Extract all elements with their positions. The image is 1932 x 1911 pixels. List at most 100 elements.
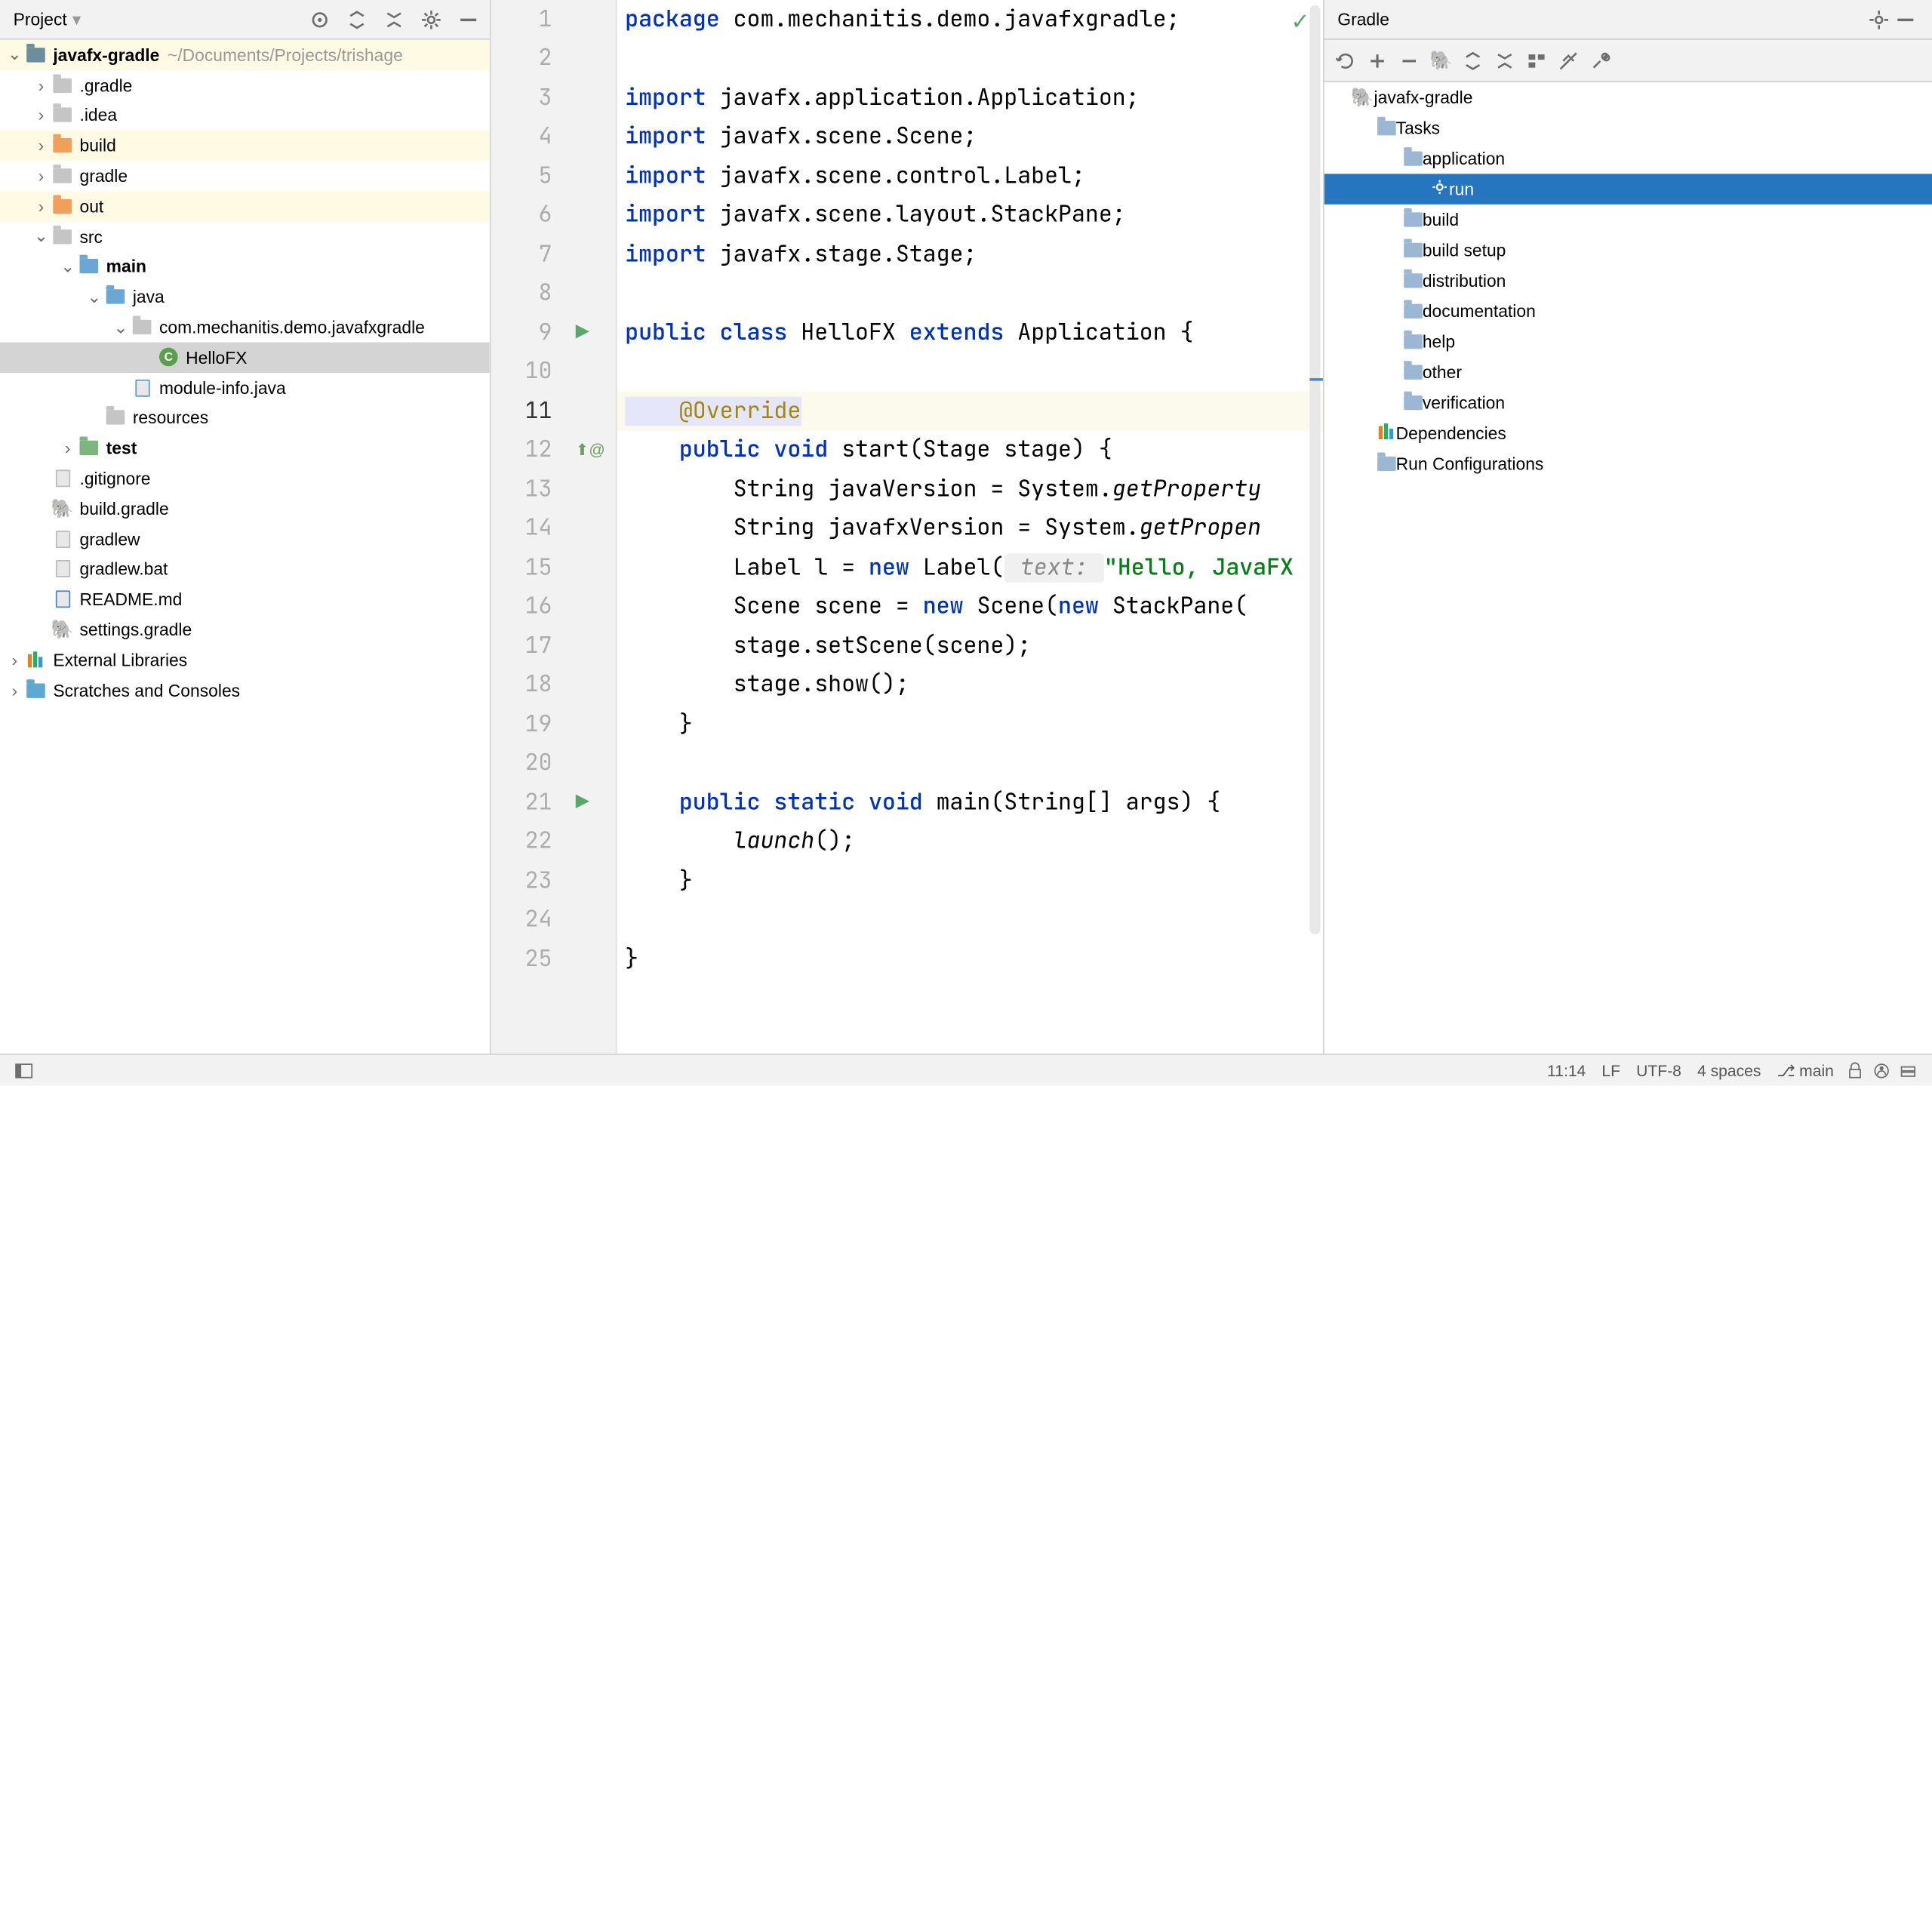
gutter-line[interactable]: 13 xyxy=(491,469,616,509)
gutter-line[interactable]: 23 xyxy=(491,861,616,900)
editor-scrollbar[interactable] xyxy=(1309,5,1320,934)
tree-item[interactable]: 🐘 build.gradle xyxy=(0,494,490,524)
tree-root[interactable]: ⌄ javafx-gradle ~/Documents/Projects/tri… xyxy=(0,40,490,70)
tree-item[interactable]: ⌄ main xyxy=(0,251,490,282)
gutter-line[interactable]: 20 xyxy=(491,743,616,783)
status-encoding[interactable]: UTF-8 xyxy=(1636,1061,1681,1080)
tree-item[interactable]: README.md xyxy=(0,584,490,614)
gutter-line[interactable]: 9▶ xyxy=(491,313,616,352)
tree-item[interactable]: › Scratches and Consoles xyxy=(0,675,490,705)
chevron-down-icon[interactable]: ⌄ xyxy=(85,286,104,307)
collapse-all-icon[interactable] xyxy=(381,6,408,32)
gutter-line[interactable]: 22 xyxy=(491,822,616,861)
chevron-right-icon[interactable]: › xyxy=(32,196,51,216)
gradle-task-group[interactable]: build setup xyxy=(1324,235,1932,265)
tree-item[interactable]: › External Libraries xyxy=(0,645,490,675)
gradle-task-group[interactable]: distribution xyxy=(1324,266,1932,296)
gutter-line[interactable]: 17 xyxy=(491,626,616,666)
chevron-right-icon[interactable]: › xyxy=(58,439,77,458)
gutter-line[interactable]: 21▶ xyxy=(491,783,616,822)
gradle-dependencies-node[interactable]: Dependencies xyxy=(1324,418,1932,448)
chevron-right-icon[interactable]: › xyxy=(5,680,24,700)
tool-windows-icon[interactable] xyxy=(11,1057,37,1083)
tree-item[interactable]: › test xyxy=(0,433,490,463)
gutter-line[interactable]: 14 xyxy=(491,509,616,548)
tree-item[interactable]: › out xyxy=(0,191,490,221)
gutter-line[interactable]: 7 xyxy=(491,235,616,274)
gradle-task-group[interactable]: verification xyxy=(1324,387,1932,417)
run-gutter-icon[interactable]: ▶ xyxy=(576,788,589,817)
tree-item[interactable]: › .idea xyxy=(0,100,490,131)
gradle-tasks-node[interactable]: Tasks xyxy=(1324,112,1932,143)
gradle-run-configs-node[interactable]: Run Configurations xyxy=(1324,448,1932,479)
chevron-down-icon[interactable]: ⌄ xyxy=(58,256,77,277)
gradle-task-run[interactable]: run xyxy=(1324,174,1932,204)
tree-item[interactable]: › build xyxy=(0,131,490,161)
tree-item[interactable]: resources xyxy=(0,403,490,433)
gradle-task-group[interactable]: documentation xyxy=(1324,296,1932,326)
gutter-line[interactable]: 16 xyxy=(491,587,616,626)
tree-item[interactable]: module-info.java xyxy=(0,373,490,403)
add-icon[interactable] xyxy=(1364,47,1390,73)
tree-item[interactable]: 🐘 settings.gradle xyxy=(0,614,490,645)
status-git-branch[interactable]: ⎇main xyxy=(1777,1061,1834,1080)
select-opened-file-icon[interactable] xyxy=(306,6,333,32)
toggle-tasks-icon[interactable] xyxy=(1523,47,1549,73)
status-position[interactable]: 11:14 xyxy=(1547,1061,1586,1080)
tree-item[interactable]: gradlew.bat xyxy=(0,554,490,584)
gutter-line[interactable]: 1 xyxy=(491,0,616,39)
gutter-line[interactable]: 11 xyxy=(491,392,616,431)
chevron-down-icon[interactable]: ⌄ xyxy=(32,226,51,247)
chevron-right-icon[interactable]: › xyxy=(32,166,51,186)
gutter-line[interactable]: 15 xyxy=(491,548,616,587)
memory-indicator-icon[interactable] xyxy=(1895,1057,1921,1083)
remove-icon[interactable] xyxy=(1396,47,1423,73)
gutter-line[interactable]: 3 xyxy=(491,78,616,118)
gutter-line[interactable]: 6 xyxy=(491,195,616,235)
gutter-line[interactable]: 25 xyxy=(491,940,616,979)
inspection-ok-icon[interactable]: ✓ xyxy=(1291,8,1309,38)
chevron-down-icon[interactable]: ⌄ xyxy=(112,316,131,337)
gradle-task-group[interactable]: help xyxy=(1324,327,1932,357)
expand-all-icon[interactable] xyxy=(1460,47,1486,73)
run-gutter-icon[interactable]: ▶ xyxy=(576,318,589,348)
build-tool-settings-icon[interactable] xyxy=(1587,47,1614,73)
gradle-task-group[interactable]: other xyxy=(1324,357,1932,387)
chevron-down-icon[interactable]: ⌄ xyxy=(5,45,24,66)
chevron-right-icon[interactable]: › xyxy=(32,106,51,125)
status-indent[interactable]: 4 spaces xyxy=(1697,1061,1761,1080)
override-gutter-icon[interactable]: ⬆@ xyxy=(576,441,605,460)
collapse-all-icon[interactable] xyxy=(1491,47,1518,73)
gradle-task-group[interactable]: application xyxy=(1324,143,1932,174)
status-line-separator[interactable]: LF xyxy=(1601,1061,1620,1080)
tree-item[interactable]: ⌄ com.mechanitis.demo.javafxgradle xyxy=(0,312,490,342)
code-editor[interactable]: ✓ package com.mechanitis.demo.javafxgrad… xyxy=(617,0,1323,1054)
gutter-line[interactable]: 10 xyxy=(491,352,616,392)
expand-all-icon[interactable] xyxy=(343,6,370,32)
gradle-tree[interactable]: 🐘 javafx-gradle Tasks application run xyxy=(1324,82,1932,1054)
hide-panel-icon[interactable] xyxy=(1892,6,1918,32)
gutter-line[interactable]: 19 xyxy=(491,705,616,744)
settings-icon[interactable] xyxy=(418,6,445,32)
editor-gutter[interactable]: 1 2 3 4 5 6 7 8 9▶ 10 11 12⬆@ 13 14 15 1… xyxy=(491,0,617,1054)
hide-panel-icon[interactable] xyxy=(455,6,481,32)
tree-item[interactable]: gradlew xyxy=(0,524,490,554)
tree-item[interactable]: › .gradle xyxy=(0,70,490,100)
gutter-line[interactable]: 12⬆@ xyxy=(491,431,616,470)
execute-task-icon[interactable]: 🐘 xyxy=(1428,47,1454,73)
offline-mode-icon[interactable] xyxy=(1555,47,1582,73)
refresh-icon[interactable] xyxy=(1332,47,1358,73)
gutter-line[interactable]: 18 xyxy=(491,666,616,705)
chevron-right-icon[interactable]: › xyxy=(32,75,51,95)
tree-item-selected[interactable]: C HelloFX xyxy=(0,343,490,373)
lock-icon[interactable] xyxy=(1841,1057,1868,1083)
project-panel-title[interactable]: Project ▾ xyxy=(8,8,82,29)
chevron-right-icon[interactable]: › xyxy=(5,650,24,669)
tree-item[interactable]: ⌄ src xyxy=(0,221,490,251)
gutter-line[interactable]: 4 xyxy=(491,118,616,157)
tree-item[interactable]: .gitignore xyxy=(0,463,490,494)
inspection-profile-icon[interactable] xyxy=(1869,1057,1895,1083)
gradle-settings-icon[interactable] xyxy=(1866,6,1892,32)
gutter-line[interactable]: 2 xyxy=(491,39,616,78)
tree-item[interactable]: ⌄ java xyxy=(0,282,490,312)
